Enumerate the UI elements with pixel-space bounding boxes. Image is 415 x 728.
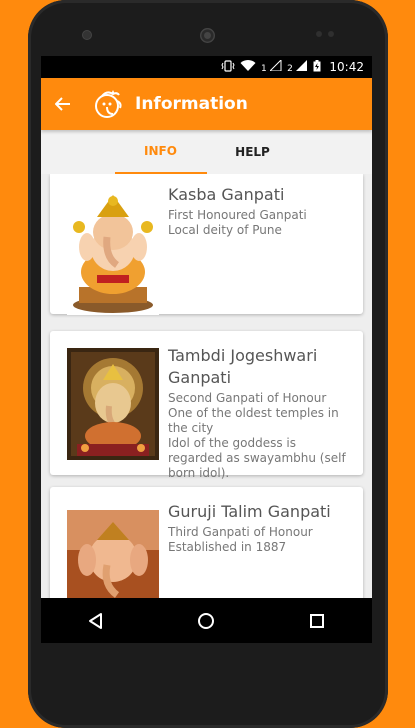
card-title: Kasba Ganpati [168, 185, 285, 204]
card-subtitle: Second Ganpati of Honour [168, 391, 327, 405]
sim1-label: 1 [260, 64, 267, 74]
light-sensor [328, 31, 334, 37]
page-title: Information [135, 94, 248, 114]
tab-bar: INFO HELP [41, 130, 372, 174]
card-subtitle: Third Ganpati of Honour [168, 525, 313, 539]
earpiece-speaker [200, 28, 215, 43]
card-description: Local deity of Pune [168, 223, 282, 237]
app-bar: Information [41, 78, 372, 130]
sim2-label: 2 [287, 64, 293, 74]
wifi-icon [240, 59, 256, 75]
card-subtitle: First Honoured Ganpati [168, 208, 307, 222]
card-title: Tambdi Jogeshwari Ganpati [168, 346, 318, 387]
front-camera [82, 30, 92, 40]
tab-help[interactable]: HELP [207, 130, 299, 174]
card-text: Kasba Ganpati First Honoured Ganpati Loc… [168, 184, 353, 304]
screen: 1 2 10:42 Information INFO HELP Kasba Ga… [41, 56, 372, 643]
card-description: Idol of the goddess is regarded as swaya… [168, 436, 346, 480]
temple-list: Kasba Ganpati First Honoured Ganpati Loc… [41, 174, 372, 638]
list-item[interactable]: Tambdi Jogeshwari Ganpati Second Ganpati… [50, 331, 363, 480]
signal-sim1-icon: 1 [260, 58, 282, 74]
proximity-sensor [316, 31, 322, 37]
vibrate-icon [221, 59, 235, 75]
nav-back-icon[interactable] [76, 601, 116, 641]
card-description: One of the oldest temples in the city [168, 406, 339, 435]
nav-home-icon[interactable] [186, 601, 226, 641]
card-text: Tambdi Jogeshwari Ganpati Second Ganpati… [168, 345, 353, 480]
tab-info[interactable]: INFO [114, 130, 207, 174]
navigation-bar [41, 598, 372, 643]
phone-top-bezel [28, 0, 388, 55]
status-bar: 1 2 10:42 [41, 56, 372, 78]
battery-charging-icon [313, 59, 321, 75]
ganesha-logo-icon [93, 88, 125, 120]
list-item[interactable]: Kasba Ganpati First Honoured Ganpati Loc… [50, 174, 363, 315]
ganpati-image [67, 187, 159, 315]
nav-recents-icon[interactable] [297, 601, 337, 641]
arrow-back-icon[interactable] [41, 78, 85, 130]
card-description: Established in 1887 [168, 540, 287, 554]
card-title: Guruji Talim Ganpati [168, 502, 331, 521]
ganpati-image [67, 348, 159, 460]
signal-sim2-icon: 2 [287, 60, 308, 74]
status-time: 10:42 [329, 60, 364, 74]
